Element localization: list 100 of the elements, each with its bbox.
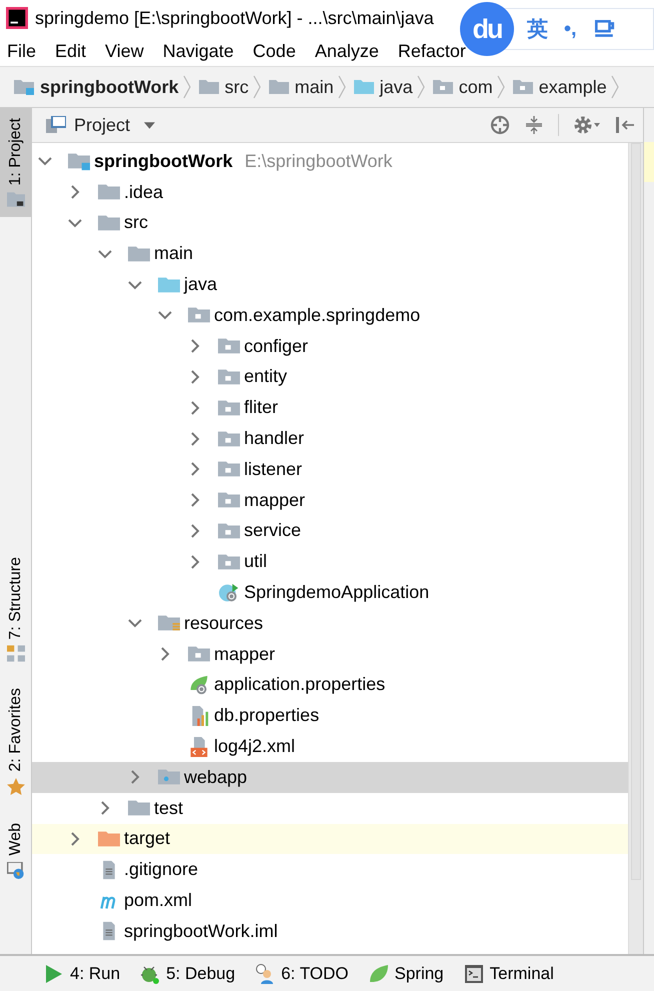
tool-window-tab[interactable]: Spring (368, 964, 444, 984)
tree-item[interactable]: configer (32, 330, 629, 362)
tree-item-label: springbootWork (94, 150, 233, 172)
folder-icon (188, 305, 210, 326)
tree-item-path: E:\springbootWork (244, 150, 392, 172)
star-icon (6, 778, 24, 795)
tree-item[interactable]: .gitignore (32, 854, 629, 886)
menu-item[interactable]: Analyze (314, 40, 379, 62)
tree-item-label: .idea (124, 182, 164, 203)
chevron-icon (182, 75, 191, 99)
tree-item-label: SpringdemoApplication (244, 582, 430, 604)
side-tab[interactable]: 1: Project (0, 108, 31, 217)
ime-mode-toggle[interactable]: 英 (527, 15, 548, 43)
breadcrumb-item[interactable]: com (458, 76, 493, 98)
leaf-icon (188, 674, 210, 695)
breadcrumb-item[interactable]: springbootWork (40, 76, 179, 98)
project-view-icon (46, 116, 66, 134)
chevron-icon (416, 75, 425, 99)
tree-item-label: target (124, 828, 170, 850)
locate-icon[interactable] (490, 115, 510, 135)
tree-item[interactable]: pom.xml (32, 885, 629, 916)
scrollbar-thumb[interactable] (631, 143, 641, 880)
chevron-icon (610, 75, 619, 99)
tree-item[interactable]: java (32, 269, 629, 300)
tree-item-label: listener (244, 458, 302, 480)
folder-icon (218, 366, 240, 387)
tree-item[interactable]: db.properties (32, 700, 629, 732)
tree-item[interactable]: springbootWork E:\springbootWork (32, 146, 629, 177)
tree-item[interactable]: webapp (32, 762, 629, 793)
breadcrumb-item[interactable]: src (224, 76, 249, 98)
tree-item[interactable]: SpringdemoApplication (32, 577, 629, 608)
globe-icon (6, 862, 24, 878)
tree-item[interactable]: main (32, 238, 629, 270)
settings-icon[interactable] (573, 115, 601, 135)
tree-item[interactable]: test (32, 792, 629, 824)
tree-item[interactable]: entity (32, 362, 629, 392)
leaf-icon (368, 964, 388, 984)
tree-item-label: mapper (214, 644, 276, 665)
tree-item-label: pom.xml (124, 890, 192, 912)
menu-item[interactable]: File (7, 40, 36, 62)
folder-icon (354, 79, 374, 95)
tree-item[interactable]: fliter (32, 392, 629, 424)
menu-item[interactable]: View (105, 40, 144, 62)
tree-item[interactable]: listener (32, 454, 629, 485)
chevron-icon (252, 75, 261, 99)
tree-item[interactable]: mapper (32, 638, 629, 670)
folder-icon (268, 79, 289, 95)
menu-item[interactable]: Edit (55, 40, 86, 62)
tree-item-label: mapper (244, 490, 306, 511)
folder-icon (218, 552, 240, 572)
tool-window-tab[interactable]: 4: Run (44, 964, 120, 984)
tree-item-label: fliter (244, 397, 278, 418)
tree-item[interactable]: .idea (32, 176, 629, 208)
tree-item-label: main (154, 243, 194, 264)
tree-item[interactable]: service (32, 516, 629, 546)
tree-item-label: application.properties (214, 674, 386, 696)
run-icon (44, 964, 64, 984)
side-tab[interactable]: Web (0, 812, 31, 886)
tree-item[interactable]: com.example.springdemo (32, 300, 629, 331)
ime-punctuation-toggle[interactable]: •, (564, 18, 577, 40)
side-tab[interactable]: 2: Favorites (0, 678, 31, 803)
breadcrumb-item[interactable]: example (538, 76, 607, 98)
tree-item[interactable]: resources (32, 608, 629, 639)
tree-item[interactable]: log4j2.xml (32, 731, 629, 762)
folder-icon (512, 79, 533, 95)
tree-item[interactable]: target (32, 824, 629, 854)
menu-item[interactable]: Code (252, 40, 296, 62)
collapse-all-icon[interactable] (524, 115, 544, 135)
person-icon (255, 964, 276, 984)
panel-title[interactable]: Project (74, 114, 130, 136)
dropdown-caret-icon[interactable] (144, 122, 156, 128)
tool-window-tab[interactable]: 6: TODO (255, 964, 348, 984)
chevron-icon (338, 75, 346, 99)
tree-item[interactable]: src (32, 208, 629, 238)
breadcrumb-item[interactable]: java (380, 76, 413, 98)
tree-item[interactable]: util (32, 546, 629, 578)
folder-icon (198, 79, 219, 95)
menu-item[interactable]: Navigate (162, 40, 234, 62)
bug-icon (140, 964, 160, 984)
folder-icon (218, 336, 240, 356)
hide-panel-icon[interactable] (615, 115, 635, 135)
tree-item-label: java (184, 274, 218, 296)
folder-icon (6, 192, 24, 209)
terminal-icon (464, 964, 484, 984)
tree-item[interactable]: handler (32, 423, 629, 454)
folder-icon (218, 520, 240, 541)
tree-item[interactable]: application.properties (32, 670, 629, 700)
class-icon (218, 582, 240, 603)
tool-window-tab[interactable]: 5: Debug (140, 964, 236, 984)
tool-window-tab[interactable]: Terminal (464, 964, 554, 984)
tree-item-label: handler (244, 428, 304, 450)
tree-item-label: .gitignore (124, 859, 198, 880)
cup-icon[interactable] (592, 18, 615, 40)
tree-item[interactable]: mapper (32, 484, 629, 516)
tree-item-label: configer (244, 336, 308, 357)
tree-item[interactable]: springbootWork.iml (32, 916, 629, 947)
folder-icon (218, 459, 240, 480)
folder-icon (98, 828, 120, 849)
side-tab[interactable]: 7: Structure (0, 546, 31, 670)
breadcrumb-item[interactable]: main (294, 76, 334, 98)
